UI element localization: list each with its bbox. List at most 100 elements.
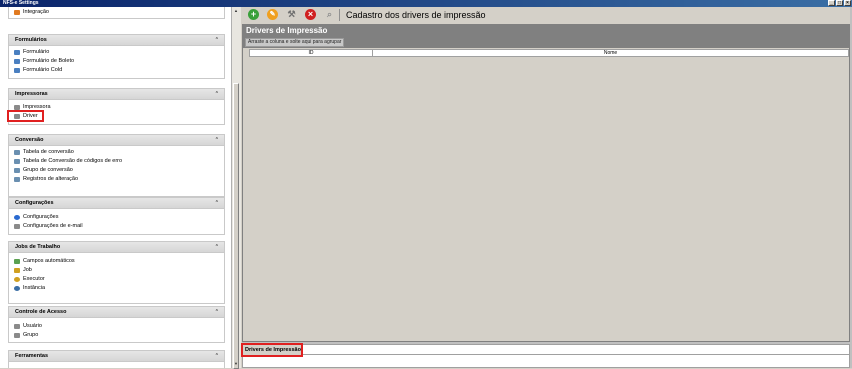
sidebar-item-label: Configurações <box>23 214 59 220</box>
collapse-icon[interactable]: ⌃ <box>215 242 219 252</box>
sidebar-item-label: Formulário Cold <box>23 67 63 73</box>
sidebar-item-instancia[interactable]: Instância <box>9 284 224 293</box>
sidebar-item-executor[interactable]: Executor <box>9 275 224 284</box>
sidebar-item-config-email[interactable]: Configurações de e-mail <box>9 222 224 231</box>
user-icon <box>14 324 20 329</box>
form-icon <box>14 50 20 55</box>
sidebar-item-configuracoes[interactable]: Configurações <box>9 213 224 222</box>
group-icon <box>14 333 20 338</box>
sidebar-group-jobs: Jobs de Trabalho ⌃ Campos automáticos Job… <box>8 241 225 304</box>
sidebar-item-campos-automaticos[interactable]: Campos automáticos <box>9 257 224 266</box>
sidebar-item-label: Configurações de e-mail <box>23 223 83 229</box>
instance-icon <box>14 286 20 291</box>
sidebar-item-label: Grupo de conversão <box>23 167 73 173</box>
sidebar-group-controle-acesso: Controle de Acesso ⌃ Usuário Grupo <box>8 306 225 343</box>
sidebar-item-label: Grupo <box>23 332 39 338</box>
sidebar-group-formularios: Formulários ⌃ Formulário Formulário de Bo… <box>8 34 225 79</box>
sidebar-item-impressora[interactable]: Impressora <box>9 103 224 112</box>
column-header-id[interactable]: ID <box>250 50 373 56</box>
collapse-icon[interactable]: ⌃ <box>215 307 219 317</box>
group-header[interactable]: Jobs de Trabalho ⌃ <box>9 242 224 253</box>
toolbar-separator <box>339 9 340 21</box>
collapse-icon[interactable]: ⌃ <box>215 35 219 45</box>
collapse-icon[interactable]: ⌃ <box>215 89 219 99</box>
sidebar-item-usuario[interactable]: Usuário <box>9 322 224 331</box>
group-header[interactable]: Controle de Acesso ⌃ <box>9 307 224 318</box>
tab-drivers-impressao[interactable]: Drivers de Impressão <box>241 343 303 357</box>
sidebar-item-label: Formulário de Boleto <box>23 58 75 64</box>
settings-icon <box>14 215 20 220</box>
window-titlebar: NFS-e Settings _ □ × <box>0 0 852 7</box>
fields-icon <box>14 259 20 264</box>
sidebar-group-impressoras: Impressoras ⌃ Impressora Driver <box>7 88 225 125</box>
window-title: NFS-e Settings <box>3 0 39 6</box>
driver-icon <box>14 114 20 119</box>
email-icon <box>14 224 20 229</box>
group-title: Formulários <box>15 37 47 43</box>
sidebar-item-tabela-erros[interactable]: Tabela de Conversão de códigos de erro <box>9 157 224 166</box>
group-title: Ferramentas <box>15 353 49 359</box>
group-header[interactable]: Configurações ⌃ <box>9 198 224 209</box>
sidebar-item-label: Tabela de Conversão de códigos de erro <box>23 158 123 164</box>
sidebar: Integração Formulários ⌃ Formulário Formu… <box>0 7 231 368</box>
scroll-up-icon[interactable]: ▲ <box>233 8 239 14</box>
sidebar-item-label: Formulário <box>23 49 50 55</box>
group-drop-zone[interactable]: Arraste a coluna e solte aqui para agrup… <box>243 36 849 48</box>
sidebar-scrollbar[interactable]: ▲ ▼ <box>231 7 241 369</box>
group-header[interactable]: Impressoras ⌃ <box>9 89 224 100</box>
column-header-nome[interactable]: Nome <box>373 50 848 56</box>
sidebar-item-tabela-conversao[interactable]: Tabela de conversão <box>9 148 224 157</box>
search-icon[interactable]: ⌕ <box>324 9 335 20</box>
sidebar-item-label: Registros de alteração <box>23 176 79 182</box>
sidebar-item-formulario-boleto[interactable]: Formulário de Boleto <box>9 57 224 66</box>
sidebar-item-job[interactable]: Job <box>9 266 224 275</box>
group-header[interactable]: Conversão ⌃ <box>9 135 224 146</box>
collapse-icon[interactable]: ⌃ <box>215 135 219 145</box>
collapse-icon[interactable]: ⌃ <box>215 198 219 208</box>
sidebar-item-formulario[interactable]: Formulário <box>9 48 224 57</box>
sidebar-item-label: Impressora <box>23 104 51 110</box>
sidebar-item-grupo-conversao[interactable]: Grupo de conversão <box>9 166 224 175</box>
grid-column-headers: ID Nome <box>249 49 849 57</box>
toolbar: + ✎ ⚒ × ⌕ Cadastro dos drivers de impres… <box>242 7 852 25</box>
maximize-button[interactable]: □ <box>836 0 843 6</box>
table-icon <box>14 150 20 155</box>
sidebar-group-integracao: Integração <box>8 7 225 19</box>
scroll-down-icon[interactable]: ▼ <box>233 361 239 367</box>
collapse-icon[interactable]: ⌃ <box>215 351 219 361</box>
edit-icon[interactable]: ✎ <box>267 9 278 20</box>
table-icon <box>14 159 20 164</box>
sidebar-item-label: Instância <box>23 285 46 291</box>
sidebar-item-registros[interactable]: Registros de alteração <box>9 175 224 184</box>
sidebar-item-label: Campos automáticos <box>23 258 75 264</box>
tab-divider <box>303 354 849 355</box>
sidebar-item-label: Integração <box>23 9 49 15</box>
sidebar-item-grupo[interactable]: Grupo <box>9 331 224 340</box>
sidebar-item-label: Job <box>23 267 32 273</box>
group-icon <box>14 168 20 173</box>
tools-icon[interactable]: ⚒ <box>286 9 297 20</box>
sidebar-group-configuracoes: Configurações ⌃ Configurações Configuraçõ… <box>8 197 225 235</box>
form-icon <box>14 68 20 73</box>
group-header[interactable]: Formulários ⌃ <box>9 35 224 46</box>
sidebar-item-formulario-cold[interactable]: Formulário Cold <box>9 66 224 75</box>
sidebar-item-driver[interactable]: Driver <box>7 110 44 122</box>
page-title: Cadastro dos drivers de impressão <box>346 10 486 20</box>
close-button[interactable]: × <box>844 0 851 6</box>
executor-icon <box>14 277 20 282</box>
sidebar-item-integracao[interactable]: Integração <box>9 8 224 17</box>
group-title: Impressoras <box>15 91 48 97</box>
sidebar-group-ferramentas: Ferramentas ⌃ <box>8 350 225 368</box>
delete-icon[interactable]: × <box>305 9 316 20</box>
group-title: Conversão <box>15 137 44 143</box>
log-icon <box>14 177 20 182</box>
minimize-button[interactable]: _ <box>828 0 835 6</box>
scrollbar-thumb[interactable] <box>233 83 239 369</box>
add-icon[interactable]: + <box>248 9 259 20</box>
window-controls: _ □ × <box>828 0 851 6</box>
group-title: Configurações <box>15 200 54 206</box>
group-header[interactable]: Ferramentas ⌃ <box>9 351 224 362</box>
panel-title: Drivers de Impressão <box>243 25 849 36</box>
bottom-tabbar: Drivers de Impressão <box>241 343 850 368</box>
group-title: Jobs de Trabalho <box>15 244 61 250</box>
